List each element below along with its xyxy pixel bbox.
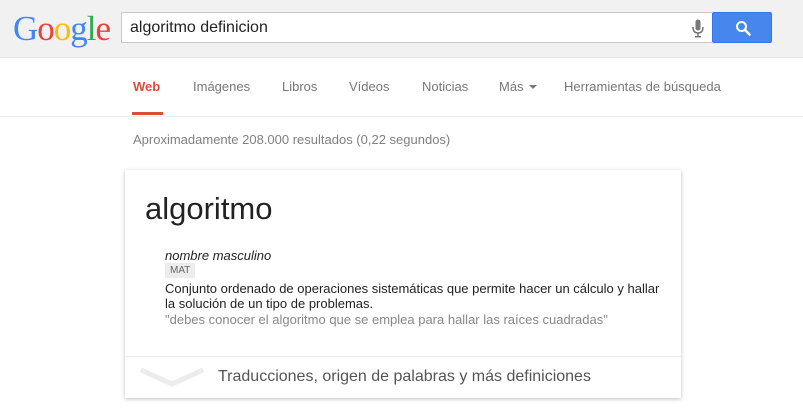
microphone-icon[interactable] bbox=[692, 19, 704, 38]
search-icon bbox=[736, 21, 751, 36]
logo-letter: e bbox=[95, 9, 112, 48]
definition-card: algoritmo nombre masculino MAT Conjunto … bbox=[125, 170, 681, 398]
definition-example: "debes conocer el algoritmo que se emple… bbox=[165, 312, 608, 327]
chevron-down-icon[interactable] bbox=[139, 367, 205, 389]
search-input[interactable] bbox=[130, 19, 670, 37]
active-tab-indicator bbox=[132, 112, 163, 115]
logo-letter: o bbox=[37, 9, 54, 48]
part-of-speech: nombre masculino bbox=[165, 248, 272, 263]
logo-letter: l bbox=[86, 9, 97, 48]
tab-images[interactable]: Imágenes bbox=[193, 79, 250, 94]
google-logo[interactable]: Google bbox=[13, 9, 112, 49]
card-divider bbox=[125, 356, 681, 357]
definition-word: algoritmo bbox=[145, 191, 273, 226]
result-stats: Aproximadamente 208.000 resultados (0,22… bbox=[133, 132, 451, 147]
tab-web[interactable]: Web bbox=[133, 79, 160, 94]
logo-letter: G bbox=[13, 9, 38, 48]
tab-search-tools[interactable]: Herramientas de búsqueda bbox=[564, 79, 721, 94]
logo-letter: g bbox=[70, 9, 87, 48]
logo-letter: o bbox=[53, 9, 71, 48]
domain-badge: MAT bbox=[165, 263, 196, 278]
search-button[interactable] bbox=[712, 12, 772, 43]
caret-down-icon bbox=[528, 85, 537, 89]
tab-books[interactable]: Libros bbox=[282, 79, 317, 94]
search-tabs: Web Imágenes Libros Vídeos Noticias Más … bbox=[0, 59, 803, 117]
tab-more[interactable]: Más bbox=[499, 79, 537, 94]
tab-more-label: Más bbox=[499, 79, 524, 94]
tab-videos[interactable]: Vídeos bbox=[349, 79, 389, 94]
definition-text: Conjunto ordenado de operaciones sistemá… bbox=[165, 281, 660, 311]
search-box[interactable] bbox=[121, 12, 712, 43]
header-bar: Google bbox=[0, 0, 803, 58]
tab-news[interactable]: Noticias bbox=[422, 79, 468, 94]
more-definitions-link[interactable]: Traducciones, origen de palabras y más d… bbox=[218, 368, 591, 386]
